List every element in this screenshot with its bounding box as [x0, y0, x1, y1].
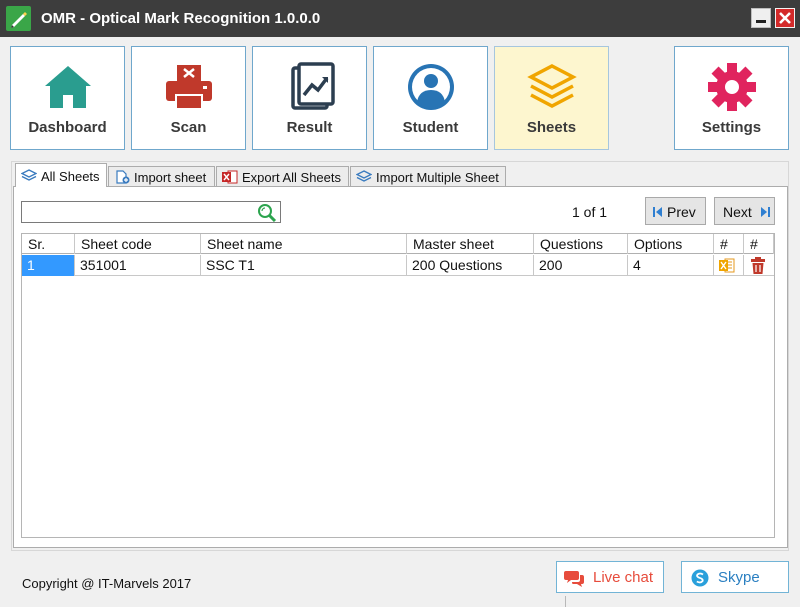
tab-label: Import Multiple Sheet: [376, 170, 499, 185]
live-chat-label: Live chat: [593, 569, 654, 586]
sheets-table: Sr. Sheet code Sheet name Master sheet Q…: [21, 233, 775, 538]
tab-label: Export All Sheets: [242, 170, 341, 185]
cell-sheet-name[interactable]: SSC T1: [201, 255, 407, 276]
column-header-master-sheet[interactable]: Master sheet: [407, 234, 534, 254]
first-page-icon: [653, 207, 662, 217]
excel-icon[interactable]: [719, 257, 735, 274]
layers-icon: [526, 64, 577, 108]
result-button[interactable]: Result: [252, 46, 367, 150]
skype-icon: [691, 569, 709, 587]
tab-all-sheets[interactable]: All Sheets: [15, 163, 107, 187]
printer-icon: [165, 65, 212, 110]
user-icon: [407, 64, 454, 110]
excel-icon: [222, 170, 238, 184]
chart-icon: [290, 62, 335, 110]
title-bar: OMR - Optical Mark Recognition 1.0.0.0: [0, 0, 800, 37]
tab-label: Import sheet: [134, 170, 207, 185]
tab-label: All Sheets: [41, 169, 100, 184]
scan-button[interactable]: Scan: [131, 46, 246, 150]
settings-label: Settings: [701, 119, 762, 136]
live-chat-button[interactable]: Live chat: [556, 561, 664, 593]
dashboard-label: Dashboard: [28, 119, 107, 136]
prev-label: Prev: [667, 204, 696, 220]
close-button[interactable]: [775, 8, 795, 28]
table-row[interactable]: 1 351001 SSC T1 200 Questions 200 4: [22, 255, 774, 276]
cell-delete[interactable]: [744, 255, 774, 276]
sheets-label: Sheets: [526, 119, 577, 136]
trash-icon[interactable]: [750, 257, 766, 274]
search-input[interactable]: [21, 201, 281, 223]
student-label: Student: [402, 119, 459, 136]
skype-label: Skype: [718, 569, 760, 586]
column-header-options[interactable]: Options: [628, 234, 714, 254]
cell-options[interactable]: 4: [628, 255, 714, 276]
column-header-export[interactable]: #: [714, 234, 744, 254]
next-button[interactable]: Next: [714, 197, 775, 225]
layers-icon: [21, 169, 37, 181]
next-label: Next: [723, 204, 752, 220]
cell-master-sheet[interactable]: 200 Questions: [407, 255, 534, 276]
settings-button[interactable]: Settings: [674, 46, 789, 150]
sheets-button[interactable]: Sheets: [494, 46, 609, 150]
pencil-icon: [6, 6, 31, 31]
page-indicator: 1 of 1: [572, 204, 608, 220]
cell-sheet-code[interactable]: 351001: [75, 255, 201, 276]
divider: [565, 596, 566, 607]
layers-icon: [356, 170, 372, 182]
window-title: OMR - Optical Mark Recognition 1.0.0.0: [41, 10, 321, 27]
tab-import-sheet[interactable]: Import sheet: [108, 166, 215, 186]
scan-label: Scan: [170, 119, 207, 136]
tab-export-all-sheets[interactable]: Export All Sheets: [216, 166, 349, 186]
minimize-button[interactable]: [751, 8, 771, 28]
chat-icon: [564, 571, 584, 587]
gear-icon: [707, 63, 756, 111]
close-icon: [779, 12, 791, 24]
last-page-icon: [761, 207, 770, 217]
cell-export[interactable]: [714, 255, 744, 276]
result-label: Result: [286, 119, 333, 136]
copyright-text: Copyright @ IT-Marvels 2017: [22, 576, 192, 591]
table-header: Sr. Sheet code Sheet name Master sheet Q…: [22, 234, 774, 254]
column-header-delete[interactable]: #: [744, 234, 774, 254]
cell-sr[interactable]: 1: [22, 255, 75, 276]
tab-import-multiple-sheet[interactable]: Import Multiple Sheet: [350, 166, 506, 186]
search-icon[interactable]: [257, 203, 277, 222]
column-header-sr[interactable]: Sr.: [22, 234, 75, 254]
skype-button[interactable]: Skype: [681, 561, 789, 593]
column-header-sheet-code[interactable]: Sheet code: [75, 234, 201, 254]
column-header-sheet-name[interactable]: Sheet name: [201, 234, 407, 254]
prev-button[interactable]: Prev: [645, 197, 706, 225]
add-file-icon: [116, 170, 130, 184]
dashboard-button[interactable]: Dashboard: [10, 46, 125, 150]
student-button[interactable]: Student: [373, 46, 488, 150]
column-header-questions[interactable]: Questions: [534, 234, 628, 254]
home-icon: [44, 66, 91, 108]
cell-questions[interactable]: 200: [534, 255, 628, 276]
